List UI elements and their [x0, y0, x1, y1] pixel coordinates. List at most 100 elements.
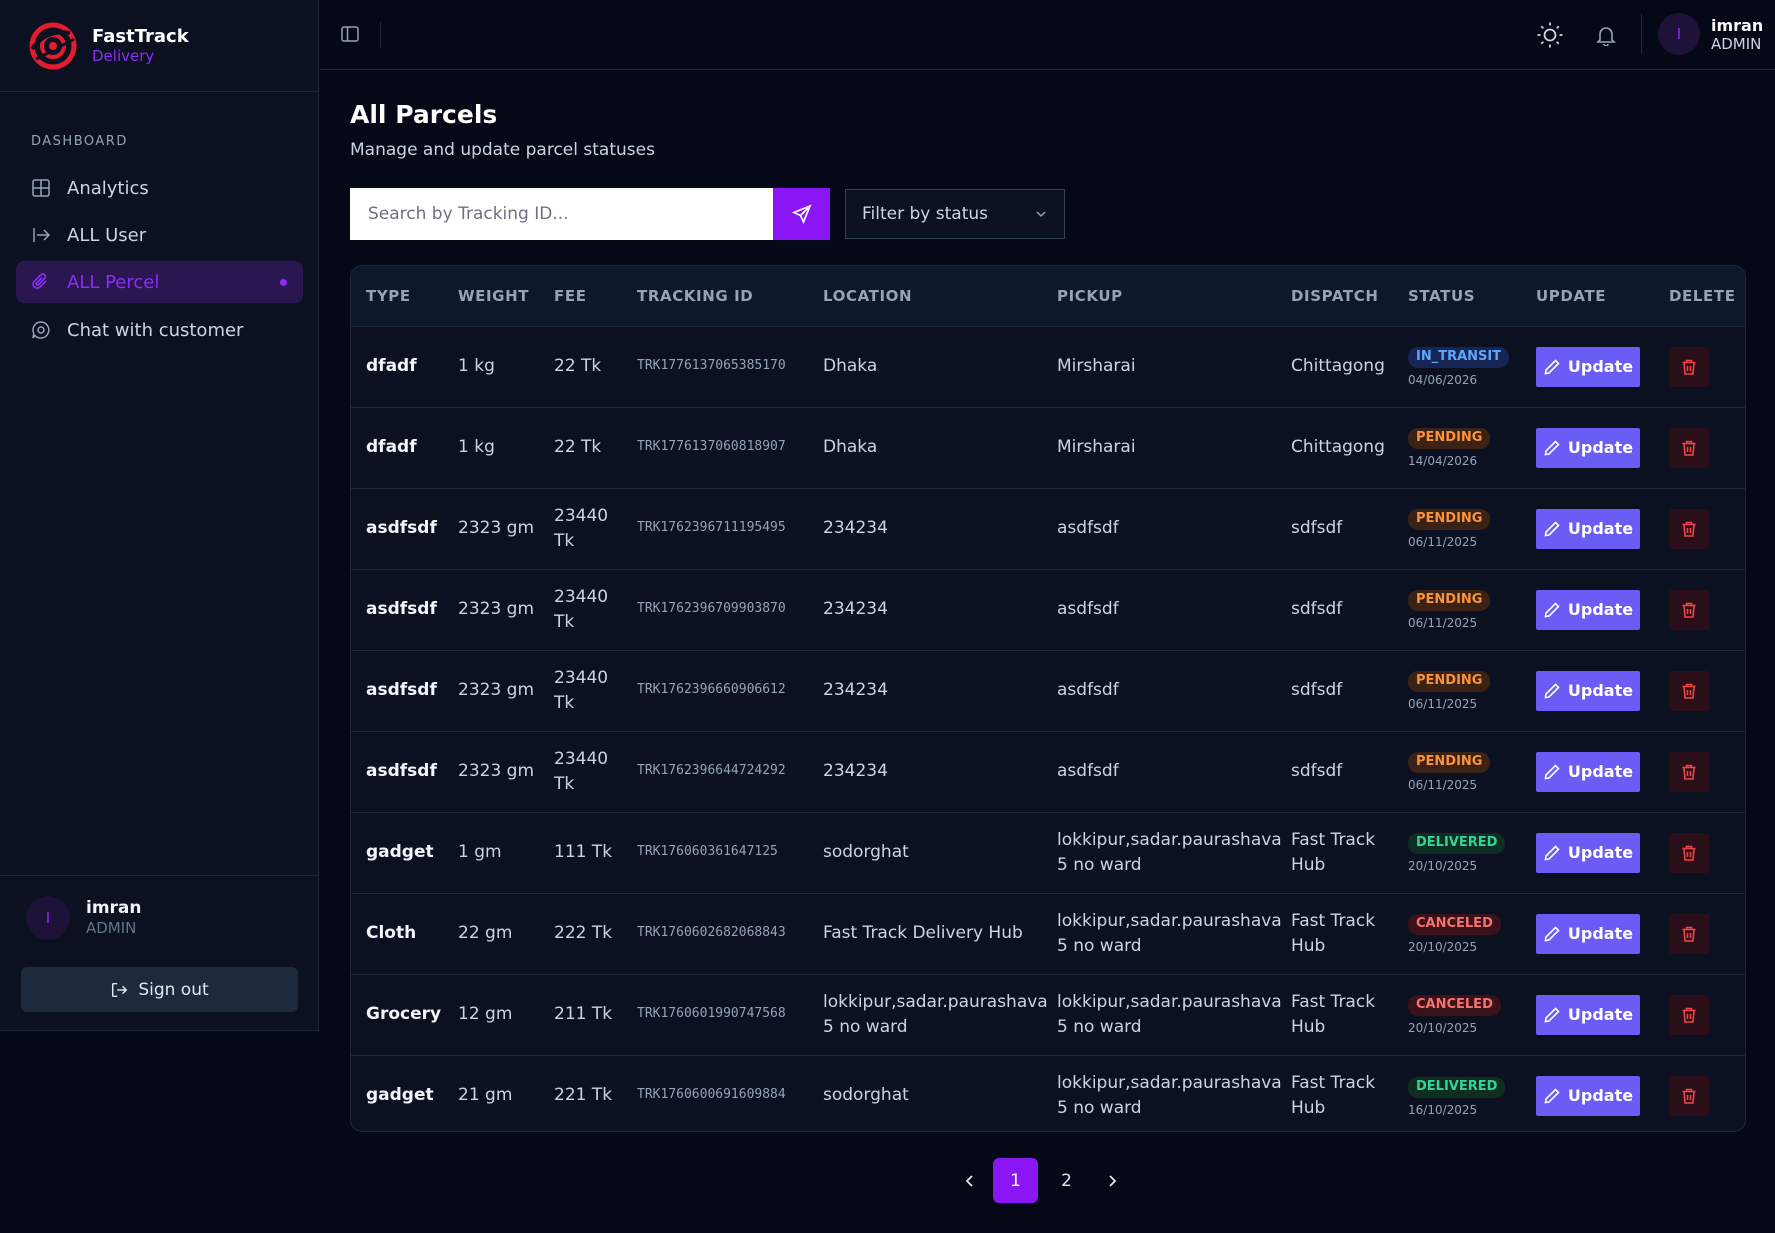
sun-icon[interactable] [1536, 21, 1564, 49]
cell-tracking-id: TRK1776137065385170 [637, 358, 786, 374]
sidebar-item-chat-with-customer[interactable]: Chat with customer [16, 309, 303, 351]
table-row: dfadf 1 kg 22 Tk TRK1776137065385170 Dhaka Mi… [351, 326, 1745, 407]
update-button[interactable]: Update [1536, 427, 1640, 468]
sidebar-item-all-user[interactable]: ALL User [16, 214, 303, 256]
brand-subtitle: Delivery [92, 47, 155, 66]
cell-dispatch: sdfsdf [1291, 518, 1343, 539]
sidebar-item-all-percel[interactable]: ALL Percel [16, 261, 303, 303]
update-button-label: Update [1567, 599, 1634, 619]
update-button[interactable]: Update [1536, 1075, 1640, 1116]
pencil-icon [1544, 520, 1560, 536]
sidebar-item-label: ALL Percel [67, 271, 160, 293]
status-badge: IN_TRANSIT [1408, 347, 1510, 369]
avatar[interactable]: I [1658, 13, 1700, 55]
update-button[interactable]: Update [1536, 832, 1640, 873]
top-header: I imran ADMIN [320, 0, 1775, 70]
chevron-down-icon [1036, 211, 1046, 218]
cell-type: Cloth [366, 923, 417, 944]
column-header: STATUS [1408, 286, 1476, 305]
pencil-icon [1544, 925, 1560, 941]
delete-button[interactable] [1669, 913, 1709, 954]
brand-name: FastTrack [92, 25, 189, 47]
update-button[interactable]: Update [1536, 508, 1640, 549]
delete-button[interactable] [1669, 832, 1709, 873]
cell-status: DELIVERED 16/10/2025 [1393, 1055, 1521, 1131]
cell-type: asdfsdf [366, 518, 437, 539]
table-row: asdfsdf 2323 gm 23440 Tk TRK176239670990387… [351, 569, 1745, 650]
update-button[interactable]: Update [1536, 751, 1640, 792]
cell-pickup: lokkipur,sadar.paurashava 5 no ward [1057, 829, 1282, 875]
cell-delete [1654, 974, 1745, 1055]
pencil-icon [1544, 358, 1560, 374]
page-button-1[interactable]: 1 [993, 1158, 1038, 1203]
delete-button[interactable] [1669, 994, 1709, 1035]
cell-weight: 2323 gm [458, 518, 535, 539]
update-button[interactable]: Update [1536, 346, 1640, 387]
delete-button[interactable] [1669, 751, 1709, 792]
cell-fee: 23440 Tk [554, 748, 609, 794]
delete-button[interactable] [1669, 346, 1709, 387]
sidebar-item-analytics[interactable]: Analytics [16, 167, 303, 209]
delete-button[interactable] [1669, 427, 1709, 468]
parcels-table-card: TYPE WEIGHT FEE TRACKING ID LOCATION PICKUP DI… [350, 265, 1746, 1132]
trash-icon [1682, 764, 1696, 780]
prev-page-button[interactable] [950, 1158, 990, 1203]
status-date: 06/11/2025 [1408, 616, 1478, 631]
sidebar-item-label: Analytics [67, 177, 149, 199]
cell-dispatch: Chittagong [1291, 437, 1385, 458]
cell-dispatch: Fast Track Hub [1291, 1073, 1376, 1118]
sidebar-user-role: ADMIN [86, 919, 137, 938]
status-badge: DELIVERED [1408, 833, 1506, 855]
cell-location: lokkipur,sadar.paurashava 5 no ward [823, 991, 1048, 1037]
cell-location: 234234 [823, 761, 888, 782]
status-filter-select[interactable]: Filter by status [845, 189, 1065, 239]
update-button-label: Update [1567, 842, 1634, 862]
cell-update: Update [1521, 893, 1654, 974]
fasttrack-logo-icon [29, 22, 77, 69]
cell-status: PENDING 06/11/2025 [1393, 488, 1521, 569]
chat-icon [30, 319, 52, 341]
cell-status: PENDING 06/11/2025 [1393, 569, 1521, 650]
sidebar-user[interactable]: I imran ADMIN [26, 896, 142, 940]
paperclip-icon [30, 271, 52, 293]
sidebar-toggle-icon[interactable] [340, 24, 362, 46]
cell-weight: 2323 gm [458, 761, 535, 782]
delete-button[interactable] [1669, 670, 1709, 711]
table-row: asdfsdf 2323 gm 23440 Tk TRK176239664472429… [351, 731, 1745, 812]
status-badge: PENDING [1408, 428, 1491, 450]
page-button-2[interactable]: 2 [1044, 1158, 1089, 1203]
cell-update: Update [1521, 650, 1654, 731]
delete-button[interactable] [1669, 1075, 1709, 1116]
cell-type: asdfsdf [366, 599, 437, 620]
column-header: UPDATE [1536, 286, 1607, 305]
column-header: DISPATCH [1291, 286, 1379, 305]
status-filter-label: Filter by status [862, 204, 988, 224]
trash-icon [1682, 602, 1696, 618]
search-button[interactable] [773, 188, 830, 240]
update-button[interactable]: Update [1536, 994, 1640, 1035]
search-input[interactable] [350, 188, 773, 240]
cell-delete [1654, 812, 1745, 893]
cell-dispatch: sdfsdf [1291, 599, 1343, 620]
avatar: I [26, 896, 70, 940]
update-button[interactable]: Update [1536, 589, 1640, 630]
pencil-icon [1544, 844, 1560, 860]
cell-weight: 1 kg [458, 437, 495, 458]
bell-icon[interactable] [1592, 21, 1620, 49]
cell-pickup: Mirsharai [1057, 437, 1136, 458]
update-button[interactable]: Update [1536, 670, 1640, 711]
header-user[interactable]: imran ADMIN [1711, 16, 1763, 53]
sign-out-button[interactable]: Sign out [21, 967, 298, 1012]
column-header: DELETE [1669, 286, 1736, 305]
update-button[interactable]: Update [1536, 913, 1640, 954]
cell-type: gadget [366, 1085, 434, 1106]
cell-status: PENDING 06/11/2025 [1393, 731, 1521, 812]
delete-button[interactable] [1669, 508, 1709, 549]
delete-button[interactable] [1669, 589, 1709, 630]
cell-dispatch: Fast Track Hub [1291, 829, 1376, 875]
brand[interactable]: FastTrack Delivery [0, 0, 318, 92]
table-header-row: TYPE WEIGHT FEE TRACKING ID LOCATION PICKUP DI… [351, 266, 1745, 326]
trash-icon [1682, 1088, 1696, 1104]
update-button-label: Update [1567, 1004, 1634, 1024]
next-page-button[interactable] [1092, 1158, 1132, 1203]
